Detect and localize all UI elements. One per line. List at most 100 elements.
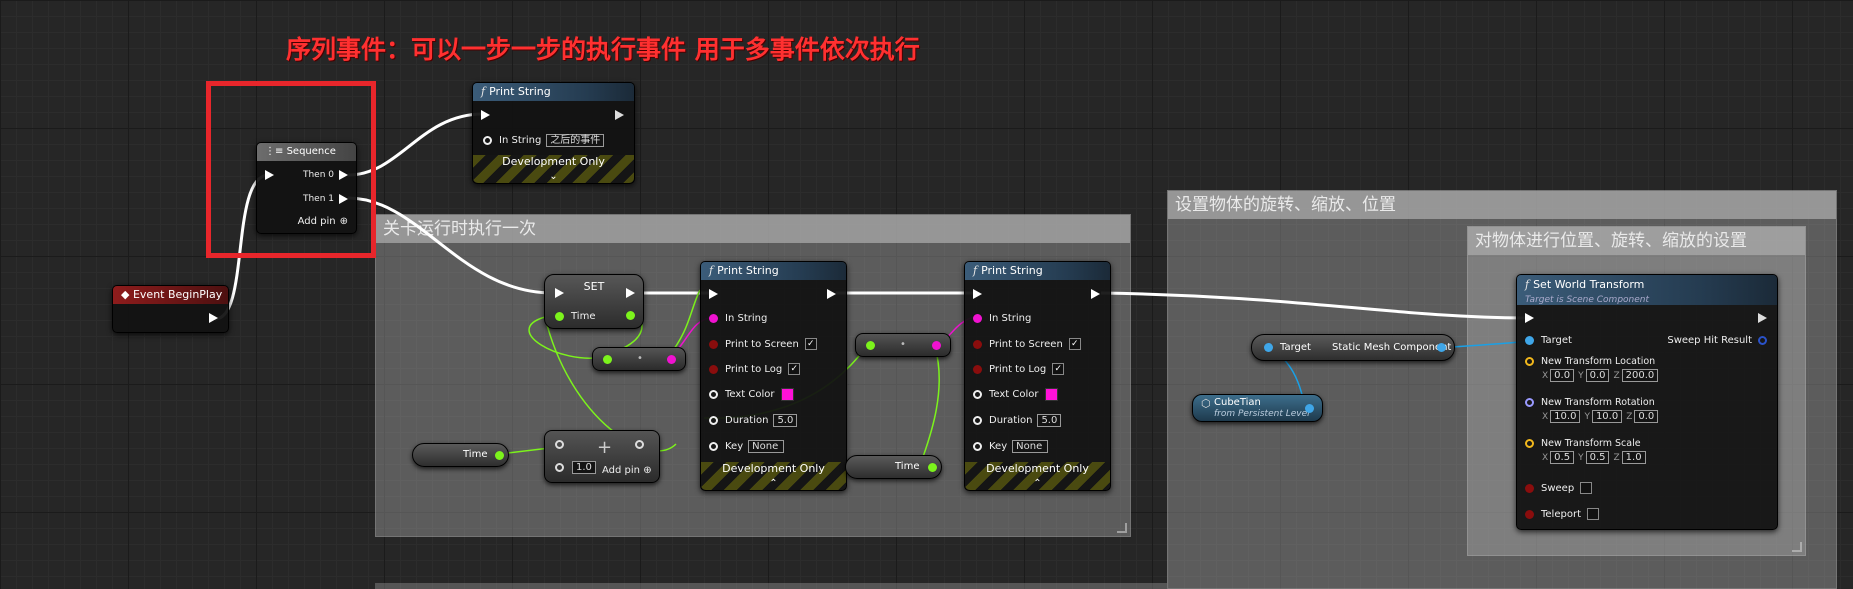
name-pin[interactable] (973, 442, 982, 451)
bool-pin[interactable] (709, 364, 718, 374)
string-pin[interactable] (483, 136, 492, 145)
scale-x-field[interactable]: 0.5 (1550, 451, 1575, 464)
expand-chevron-icon[interactable]: ⌄ (549, 170, 557, 184)
comment-title[interactable]: 对物体进行位置、旋转、缩放的设置 (1468, 227, 1805, 255)
cubetian-reference-node[interactable]: ⬡ CubeTian from Persistent Level (1192, 394, 1323, 422)
bool-pin[interactable] (1525, 509, 1534, 519)
function-icon: f (481, 85, 486, 98)
b-in-pin[interactable] (555, 463, 564, 472)
float-in-pin[interactable] (555, 312, 564, 321)
bool-pin[interactable] (1525, 483, 1534, 493)
key-field[interactable]: None (748, 440, 785, 453)
print-to-screen-checkbox[interactable]: ✓ (1068, 338, 1081, 350)
name-pin[interactable] (709, 442, 718, 451)
location-z-field[interactable]: 200.0 (1621, 369, 1659, 382)
print-string-node[interactable]: f Print String In String Print to Screen ✓… (964, 261, 1111, 491)
add-pin-button[interactable]: Add pin ⊕ (602, 465, 652, 476)
time-variable-getter[interactable]: Time (845, 455, 942, 479)
location-y-field[interactable]: 0.0 (1585, 369, 1610, 382)
exec-in-pin[interactable] (481, 110, 490, 120)
reroute-node[interactable]: • (855, 333, 951, 357)
bool-pin[interactable] (709, 339, 718, 349)
exec-in-pin[interactable] (973, 289, 982, 299)
vector-pin[interactable] (1525, 357, 1534, 366)
return-pin[interactable] (635, 440, 644, 449)
float-out-pin[interactable] (495, 451, 504, 460)
key-field[interactable]: None (1012, 440, 1049, 453)
teleport-checkbox[interactable] (1587, 508, 1599, 520)
print-string-node[interactable]: f Print String In String Print to Screen ✓… (700, 261, 847, 491)
float-out-pin[interactable] (928, 463, 937, 472)
event-beginplay-node[interactable]: ◆ Event BeginPlay (112, 285, 229, 333)
reroute-node[interactable]: • (592, 347, 686, 371)
rotation-x-field[interactable]: 10.0 (1550, 410, 1581, 423)
reroute-out-pin[interactable] (932, 341, 941, 350)
set-world-transform-node[interactable]: f Set World Transform Target is Scene Com… (1516, 274, 1778, 530)
get-static-mesh-component-node[interactable]: Target Static Mesh Component (1251, 334, 1455, 361)
collapse-chevron-icon[interactable]: ⌃ (769, 477, 777, 491)
print-string-node[interactable]: f Print String In String 之后的事件 Developmen… (472, 82, 635, 184)
node-header[interactable]: f Print String (701, 262, 846, 280)
exec-in-pin[interactable] (709, 289, 718, 299)
comment-title[interactable]: 关卡运行时执行一次 (376, 215, 1130, 243)
in-string-field[interactable]: 之后的事件 (546, 134, 605, 147)
hit-result-pin[interactable] (1758, 336, 1767, 345)
variable-label: Time (895, 461, 920, 472)
node-header[interactable]: ◆ Event BeginPlay (113, 286, 228, 304)
exec-in-pin[interactable] (1525, 313, 1534, 323)
float-pin[interactable] (973, 416, 982, 425)
exec-out-pin[interactable] (626, 288, 635, 298)
duration-field[interactable]: 5.0 (773, 414, 798, 427)
print-to-log-checkbox[interactable]: ✓ (788, 363, 801, 375)
bool-pin[interactable] (973, 339, 982, 349)
reroute-in-pin[interactable] (603, 355, 612, 364)
object-out-pin[interactable] (1437, 343, 1446, 352)
string-pin[interactable] (709, 314, 718, 323)
node-header[interactable]: f Set World Transform Target is Scene Com… (1517, 275, 1777, 305)
actor-source: from Persistent Level (1214, 409, 1310, 419)
exec-out-pin[interactable] (1758, 313, 1767, 323)
exec-out-pin[interactable] (827, 289, 836, 299)
rotation-y-field[interactable]: 10.0 (1591, 410, 1623, 423)
add-float-node[interactable]: 1.0 + Add pin ⊕ (544, 430, 660, 483)
node-header[interactable]: f Print String (965, 262, 1110, 280)
resize-handle[interactable] (1117, 523, 1127, 533)
set-node[interactable]: SET Time (544, 274, 644, 329)
vector-pin[interactable] (1525, 439, 1534, 448)
text-color-swatch[interactable] (780, 388, 794, 401)
print-to-screen-checkbox[interactable]: ✓ (804, 338, 817, 350)
reroute-out-pin[interactable] (667, 355, 676, 364)
location-x-field[interactable]: 0.0 (1550, 369, 1575, 382)
string-pin[interactable] (973, 314, 982, 323)
text-color-swatch[interactable] (1044, 388, 1058, 401)
rotation-z-field[interactable]: 0.0 (1634, 410, 1659, 423)
bool-pin[interactable] (973, 364, 982, 374)
event-icon: ◆ (121, 288, 133, 301)
scale-z-field[interactable]: 1.0 (1621, 451, 1646, 464)
exec-out-pin[interactable] (1091, 289, 1100, 299)
scale-y-field[interactable]: 0.5 (1585, 451, 1610, 464)
color-pin[interactable] (973, 390, 982, 399)
a-in-pin[interactable] (555, 440, 564, 449)
print-to-log-checkbox[interactable]: ✓ (1052, 363, 1065, 375)
exec-out-pin[interactable] (209, 313, 218, 323)
color-pin[interactable] (709, 390, 718, 399)
sweep-checkbox[interactable] (1580, 482, 1593, 494)
exec-out-pin[interactable] (615, 110, 624, 120)
float-pin[interactable] (709, 416, 718, 425)
float-out-pin[interactable] (626, 311, 635, 320)
time-variable-getter[interactable]: Time (412, 443, 509, 467)
comment-title[interactable]: 设置物体的旋转、缩放、位置 (1168, 191, 1836, 219)
collapse-chevron-icon[interactable]: ⌃ (1033, 477, 1041, 491)
reroute-in-pin[interactable] (866, 341, 875, 350)
b-value-field[interactable]: 1.0 (572, 461, 596, 474)
duration-field[interactable]: 5.0 (1037, 414, 1062, 427)
blueprint-graph[interactable]: 关卡运行时执行一次 设置物体的旋转、缩放、位置 对物体进行位置、旋转、缩放的设置… (0, 0, 1853, 589)
object-in-pin[interactable] (1264, 343, 1273, 352)
target-pin[interactable] (1525, 336, 1534, 345)
exec-in-pin[interactable] (555, 288, 564, 298)
resize-handle[interactable] (1792, 542, 1802, 552)
node-header[interactable]: f Print String (473, 83, 634, 101)
object-out-pin[interactable] (1305, 404, 1314, 413)
rotator-pin[interactable] (1525, 398, 1534, 407)
